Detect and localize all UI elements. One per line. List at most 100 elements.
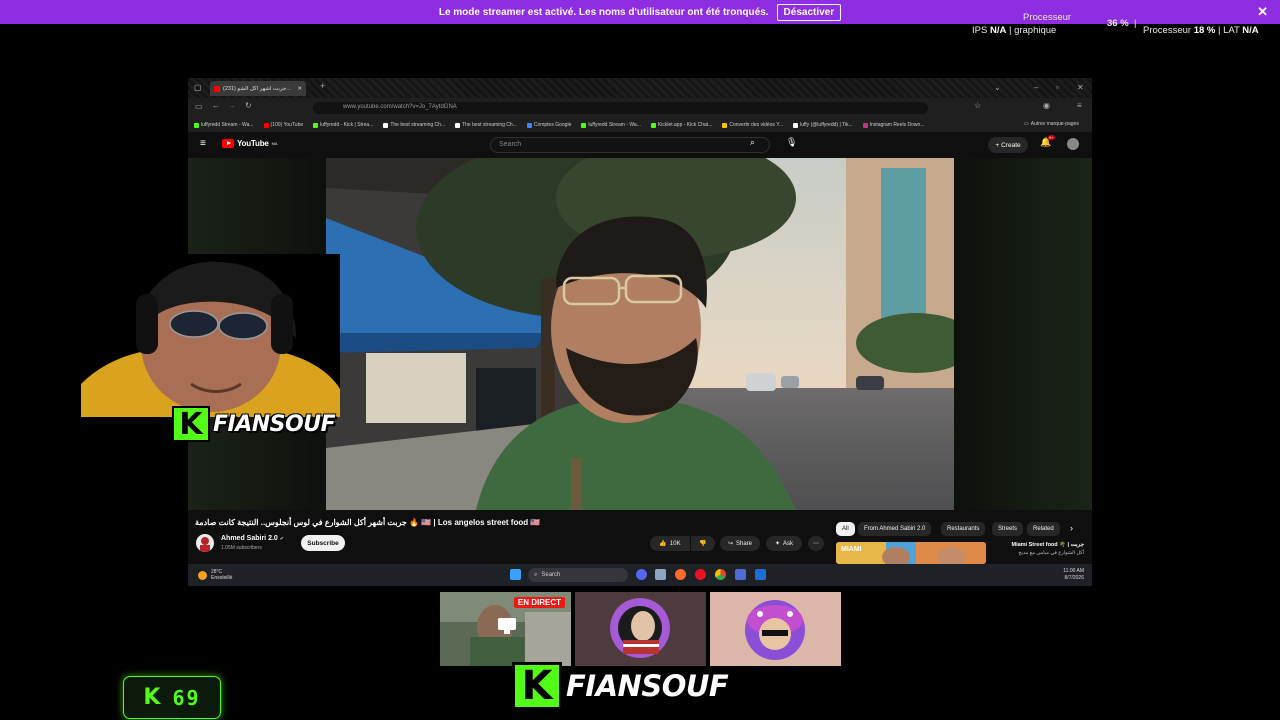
ask-button[interactable]: ✦ Ask: [766, 536, 802, 551]
chip-streets[interactable]: Streets: [992, 522, 1024, 536]
window-close-icon[interactable]: ✕: [1077, 83, 1084, 92]
bookmark-favicon-icon: [313, 122, 319, 128]
bookmark-favicon-icon: [722, 122, 728, 128]
forward-icon[interactable]: →: [228, 101, 236, 110]
emote-thumbnail-2[interactable]: [710, 592, 841, 666]
weather-widget[interactable]: 28°C Ensoleillé: [198, 569, 232, 581]
firefox-icon[interactable]: [675, 569, 686, 580]
chip-related[interactable]: Related: [1027, 522, 1060, 536]
thumbs-down-icon: 👎: [699, 541, 707, 547]
kick-logo-icon: K: [172, 406, 210, 442]
more-icon: ⋯: [813, 541, 819, 547]
minimize-icon[interactable]: –: [1034, 83, 1038, 92]
app-icon[interactable]: [735, 569, 746, 580]
chip-restaurants[interactable]: Restaurants: [941, 522, 986, 536]
dislike-button[interactable]: 👎: [691, 536, 715, 551]
bookmark-favicon-icon: [455, 122, 461, 128]
bookmark-item[interactable]: The best streaming Ch...: [383, 122, 445, 128]
new-tab-icon[interactable]: +: [320, 81, 325, 91]
share-button[interactable]: ↪ Share: [720, 536, 760, 551]
bookmark-item[interactable]: (100) YouTube: [263, 122, 303, 128]
perf-gpu-value: 36 %: [1107, 18, 1129, 29]
tab-youtube[interactable]: (231) جربت أشهر أكل الشو... ✕: [210, 81, 306, 96]
close-icon[interactable]: ✕: [1257, 4, 1268, 20]
bookmark-favicon-icon: [263, 122, 269, 128]
like-button[interactable]: 👍 10K: [650, 536, 690, 551]
youtube-search-input[interactable]: Search: [490, 137, 770, 153]
streamer-name-tag: K FIANSOUF: [172, 406, 336, 442]
tab-search-icon[interactable]: ⌄: [994, 83, 1001, 92]
back-icon[interactable]: ←: [212, 101, 220, 110]
streamer-mode-banner: Le mode streamer est activé. Les noms d'…: [0, 0, 1280, 24]
bookmark-item[interactable]: Comptes Google: [526, 122, 571, 128]
recommended-video-title[interactable]: جربت | 🌴 Miami Street food: [988, 542, 1085, 549]
sidebar-icon[interactable]: ▭: [195, 102, 203, 111]
bookmark-item[interactable]: luffyredd Stream - Wa...: [194, 122, 254, 128]
account-avatar[interactable]: [1067, 138, 1079, 150]
maximize-icon[interactable]: ▫: [1056, 83, 1059, 92]
bookmark-favicon-icon: [581, 122, 587, 128]
bookmark-item[interactable]: luffy (@luffyredd) | Tik...: [793, 122, 853, 128]
bookmark-item[interactable]: luffyredd Stream - Wa...: [581, 122, 641, 128]
other-bookmarks[interactable]: ▭ Autres marque-pages: [1024, 121, 1079, 127]
channel-name[interactable]: Ahmed Sabiri 2.0 ✔: [221, 535, 284, 542]
create-button[interactable]: + Create: [988, 137, 1028, 153]
channel-subscriber-count: 1.05M subscribers: [221, 545, 262, 551]
channel-avatar[interactable]: [196, 534, 214, 552]
video-frame: [326, 158, 954, 510]
perf-gpu-label: Processeur: [1023, 12, 1072, 23]
obs-icon[interactable]: [695, 569, 706, 580]
search-icon[interactable]: ⌕: [750, 137, 755, 148]
perf-separator: |: [1134, 18, 1137, 29]
sparkle-icon: ✦: [774, 541, 780, 547]
chrome-icon[interactable]: [715, 569, 726, 580]
tab-close-icon[interactable]: ✕: [297, 86, 302, 92]
more-actions-button[interactable]: ⋯: [808, 536, 824, 551]
url-input[interactable]: www.youtube.com/watch?v=Jo_7AytdGNA: [313, 102, 928, 114]
bookmark-item[interactable]: The best streaming Ch...: [455, 122, 517, 128]
start-icon[interactable]: [510, 569, 521, 580]
taskbar-clock[interactable]: 11:00 AM 8/7/2026: [1063, 568, 1084, 582]
chip-from-channel[interactable]: From Ahmed Sabiri 2.0: [858, 522, 932, 536]
taskbar-search[interactable]: ⌕ Search: [528, 568, 628, 582]
perf-cpu: Processeur 18 % | LAT N/A: [1143, 25, 1259, 36]
hamburger-menu-icon[interactable]: ≡: [200, 138, 206, 149]
profile-icon[interactable]: ◉: [1043, 101, 1050, 110]
verified-icon: ✔: [279, 536, 284, 542]
thumbs-up-icon: 👍: [659, 541, 667, 547]
files-icon[interactable]: [655, 569, 666, 580]
emote-thumbnail-1[interactable]: [575, 592, 706, 666]
discord-icon[interactable]: [636, 569, 647, 580]
viewer-count: 69: [172, 685, 201, 710]
bookmark-favicon-icon: [650, 122, 656, 128]
chip-all[interactable]: All: [836, 522, 855, 536]
tab-groups-icon[interactable]: ▢: [194, 83, 202, 92]
microphone-icon[interactable]: 🎙: [786, 137, 797, 148]
bookmark-favicon-icon: [793, 122, 799, 128]
bookmark-star-icon[interactable]: ☆: [974, 101, 981, 110]
subscribe-button[interactable]: Subscribe: [301, 535, 345, 551]
bottom-streamer-name: FIANSOUF: [566, 669, 729, 703]
disable-streamer-mode-button[interactable]: Désactiver: [776, 3, 842, 21]
webcam-feed: [81, 254, 340, 417]
bookmark-item[interactable]: Instagram Reels Down...: [862, 122, 924, 128]
youtube-logo[interactable]: YouTube MA: [222, 139, 278, 148]
menu-icon[interactable]: ≡: [1077, 101, 1082, 110]
folder-icon: ▭: [1024, 121, 1029, 127]
streamer-mode-message: Le mode streamer est activé. Les noms d'…: [438, 6, 769, 18]
reload-icon[interactable]: ↻: [245, 101, 252, 110]
tab-strip: ▢ (231) جربت أشهر أكل الشو... ✕ + ⌄ – ▫ …: [188, 78, 1092, 98]
windows-taskbar: 28°C Ensoleillé ⌕ Search 11:00 AM 8/7/20…: [188, 564, 1092, 586]
bottom-streamer-name-tag: K FIANSOUF: [512, 662, 729, 710]
bookmark-favicon-icon: [526, 122, 532, 128]
bookmark-favicon-icon: [383, 122, 389, 128]
bookmark-item[interactable]: Kicklet.app - Kick Chat...: [650, 122, 712, 128]
bookmark-item[interactable]: Convertir des vidéos Y...: [722, 122, 783, 128]
chips-next-icon[interactable]: ›: [1070, 523, 1073, 533]
video-player[interactable]: [326, 158, 954, 510]
kick-logo-icon: K: [512, 662, 562, 710]
live-preview-thumbnail[interactable]: EN DIRECT: [440, 592, 571, 666]
recommended-video-thumbnail[interactable]: MIAMI: [836, 542, 986, 564]
steam-icon[interactable]: [755, 569, 766, 580]
bookmark-item[interactable]: luffyredd - Kick | Strea...: [313, 122, 373, 128]
